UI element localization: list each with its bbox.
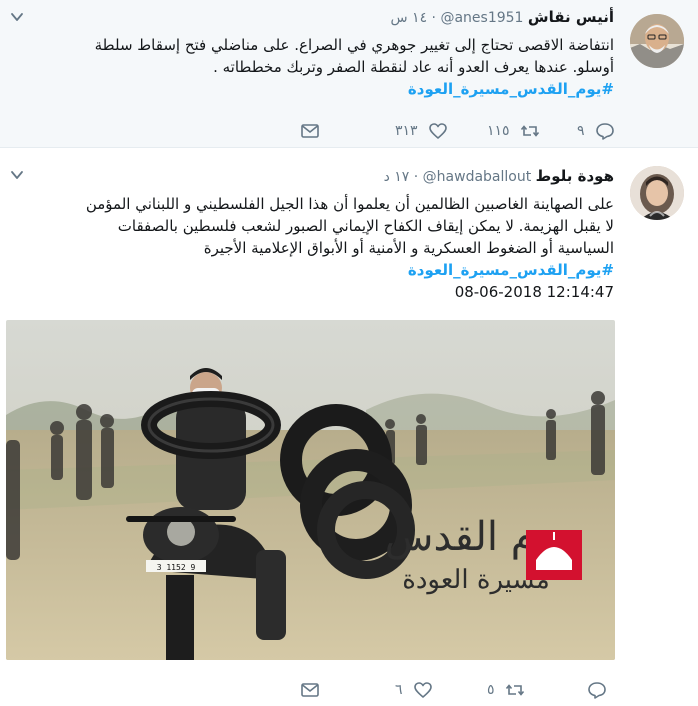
message-icon bbox=[301, 683, 319, 697]
tweet-time[interactable]: ١٧ د bbox=[384, 169, 410, 185]
reply-button[interactable]: ٩ bbox=[577, 120, 615, 142]
chevron-down-icon[interactable] bbox=[10, 10, 24, 24]
tweet-text-line: على الصهاينة الغاصبين الظالمين أن يعلموا… bbox=[85, 195, 614, 213]
tweet-text-line: لا يقبل الهزيمة. لا يمكن إيقاف الكفاح ال… bbox=[117, 217, 614, 235]
dome-logo-icon bbox=[526, 530, 582, 580]
like-count: ٣١٣ bbox=[395, 123, 418, 139]
retweet-icon bbox=[520, 125, 539, 137]
reply-button[interactable] bbox=[577, 679, 607, 701]
retweet-button[interactable]: ١١٥ bbox=[487, 120, 540, 142]
like-button[interactable]: ٦ bbox=[395, 679, 433, 701]
like-icon bbox=[428, 123, 447, 139]
tweet-time[interactable]: ١٤ س bbox=[391, 10, 428, 26]
license-plate: 3 1152 9 bbox=[157, 563, 196, 572]
tweet-actions: ٣١٣ ١١٥ ٩ bbox=[300, 120, 615, 142]
tweet[interactable]: هودة بلوط @hawdaballout · ١٧ د على الصها… bbox=[0, 149, 698, 706]
hashtag-link[interactable]: #يوم_القدس_مسيرة_العودة bbox=[14, 259, 614, 281]
like-icon bbox=[413, 682, 432, 698]
retweet-icon bbox=[505, 684, 524, 696]
author-name[interactable]: هودة بلوط bbox=[536, 167, 614, 185]
retweet-count: ١١٥ bbox=[487, 123, 510, 139]
tweet-actions: ٦ ٥ bbox=[300, 679, 615, 701]
separator-dot: · bbox=[431, 10, 436, 26]
tweet-text-line: انتفاضة الاقصى تحتاج إلى تغيير جوهري في … bbox=[94, 36, 614, 54]
message-button[interactable] bbox=[300, 679, 320, 701]
author-handle[interactable]: @anes1951 bbox=[440, 10, 523, 26]
tweet-text-line: السياسية أو الضغوط العسكرية و الأمنية أو… bbox=[203, 239, 614, 257]
tweet-text-line: أوسلو. عندها يعرف العدو أنه عاد لنقطة ال… bbox=[213, 58, 614, 76]
avatar[interactable] bbox=[630, 166, 684, 220]
like-button[interactable]: ٣١٣ bbox=[395, 120, 448, 142]
tweet[interactable]: أنيس نقاش @anes1951 · ١٤ س انتفاضة الاقص… bbox=[0, 0, 698, 148]
author-name[interactable]: أنيس نقاش bbox=[528, 8, 614, 26]
like-count: ٦ bbox=[395, 682, 403, 698]
tweet-media-image[interactable]: 3 1152 9 يوم القدس مسيرة العودة bbox=[6, 320, 615, 660]
reply-icon bbox=[595, 123, 614, 140]
hashtag-link[interactable]: #يوم_القدس_مسيرة_العودة bbox=[14, 78, 614, 100]
reply-count: ٩ bbox=[577, 123, 585, 139]
tweet-header: هودة بلوط @hawdaballout · ١٧ د bbox=[384, 167, 614, 185]
author-handle[interactable]: @hawdaballout bbox=[423, 169, 532, 185]
timestamp-text: 08-06-2018 12:14:47 bbox=[454, 283, 614, 301]
separator-dot: · bbox=[413, 169, 419, 185]
avatar[interactable] bbox=[630, 14, 684, 68]
chevron-down-icon[interactable] bbox=[10, 168, 24, 182]
tweet-header: أنيس نقاش @anes1951 · ١٤ س bbox=[391, 8, 615, 26]
reply-icon bbox=[588, 682, 606, 699]
message-icon bbox=[301, 124, 319, 138]
message-button[interactable] bbox=[300, 120, 320, 142]
tweet-text: على الصهاينة الغاصبين الظالمين أن يعلموا… bbox=[14, 193, 614, 303]
retweet-button[interactable]: ٥ bbox=[487, 679, 525, 701]
tweet-text: انتفاضة الاقصى تحتاج إلى تغيير جوهري في … bbox=[14, 34, 614, 100]
retweet-count: ٥ bbox=[487, 682, 495, 698]
